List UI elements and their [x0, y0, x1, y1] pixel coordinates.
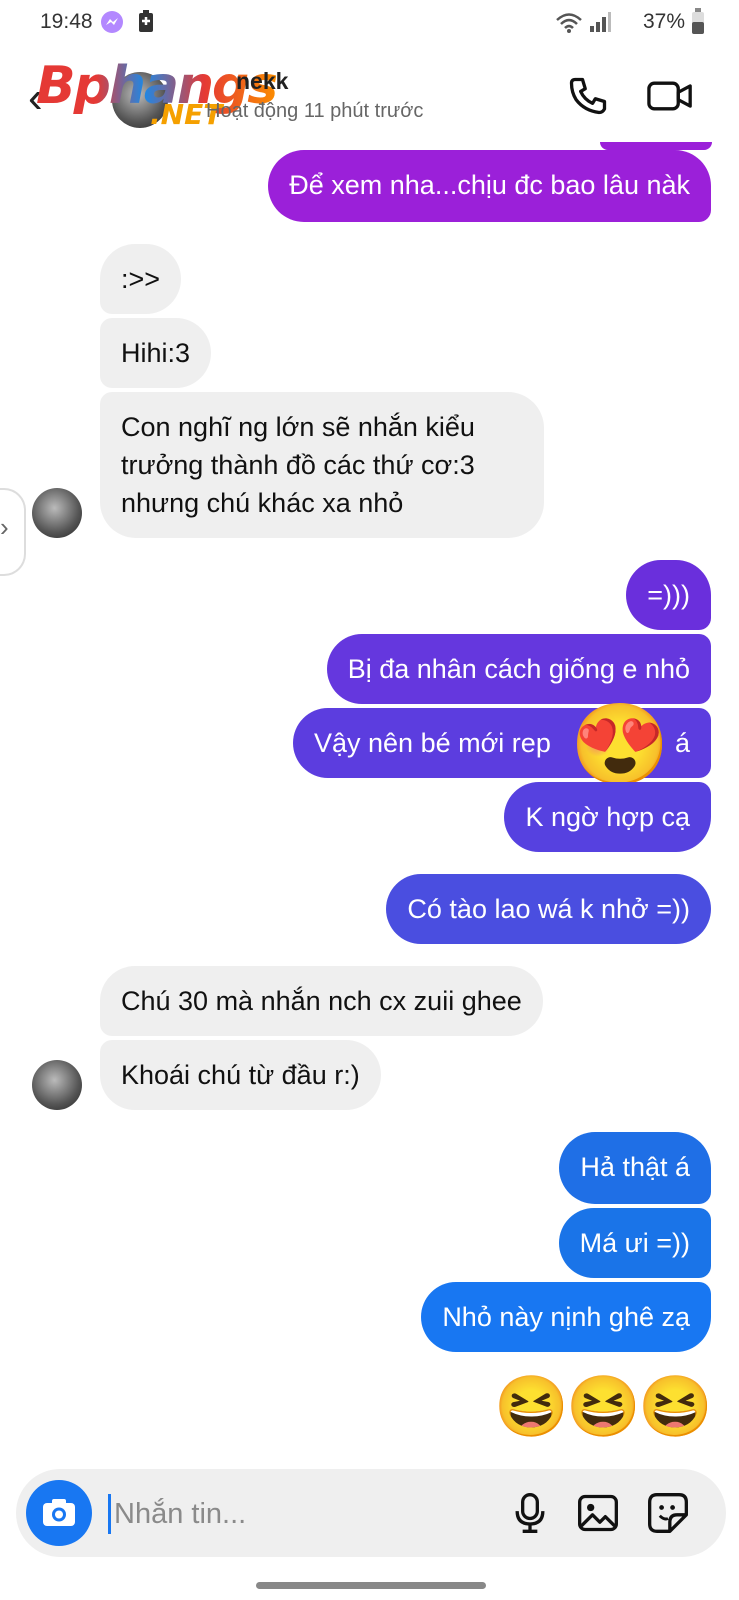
wifi-icon	[556, 13, 582, 33]
message-text: Có tào lao wá k nhở =))	[407, 894, 690, 924]
phone-icon[interactable]	[566, 74, 610, 118]
side-panel-handle[interactable]: ›	[0, 488, 26, 576]
home-indicator[interactable]	[256, 1582, 486, 1589]
message-text: Vậy nên bé mới rep	[314, 728, 551, 758]
message-text: K ngờ hợp cạ	[525, 802, 690, 832]
message-out[interactable]: K ngờ hợp cạ	[504, 782, 711, 852]
message-out[interactable]: Hả thật á	[559, 1132, 711, 1204]
chevron-right-icon: ›	[0, 512, 9, 542]
messenger-notification-icon	[101, 11, 123, 33]
message-composer	[16, 1469, 726, 1557]
message-text: Để xem nha...chịu đc bao lâu nàk	[289, 170, 690, 200]
message-text: =)))	[647, 580, 690, 610]
message-text: Hả thật á	[580, 1152, 690, 1182]
laughing-emoji[interactable]: 😆	[494, 1372, 569, 1442]
battery-icon	[692, 8, 704, 34]
image-icon[interactable]	[576, 1491, 620, 1535]
message-out[interactable]: Má ưi =))	[558, 1208, 711, 1278]
presence-status: Hoạt động 11 phút trước	[206, 100, 424, 122]
message-line: nhưng chú khác xa nhỏ	[121, 488, 404, 518]
message-input[interactable]	[112, 1491, 476, 1537]
message-in[interactable]: Khoái chú từ đầu r:)	[100, 1040, 381, 1110]
contact-name[interactable]: nekk	[236, 68, 288, 95]
message-out[interactable]: Có tào lao wá k nhở =))	[386, 874, 711, 944]
laughing-emoji[interactable]: 😆	[566, 1372, 641, 1442]
message-text: Bị đa nhân cách giống e nhỏ	[347, 654, 690, 684]
message-out[interactable]: Nhỏ này nịnh ghê zạ	[421, 1282, 711, 1352]
laughing-emoji[interactable]: 😆	[638, 1372, 713, 1442]
battery-percent: 37%	[642, 10, 685, 33]
microphone-icon[interactable]	[508, 1491, 552, 1535]
message-text: Hihi:3	[121, 338, 191, 368]
message-text: Má ưi =))	[579, 1228, 690, 1258]
chat-header: ‹ Bphangs .NET nekk Hoạt động 11 phút tr…	[0, 50, 739, 145]
message-out[interactable]: =)))	[626, 560, 711, 630]
battery-saver-icon	[139, 10, 153, 32]
sender-avatar[interactable]	[32, 488, 82, 538]
message-in[interactable]: Hihi:3	[100, 318, 212, 388]
message-text-tail: á	[674, 728, 690, 758]
status-time: 19:48	[40, 10, 93, 33]
message-out[interactable]: Để xem nha...chịu đc bao lâu nàk	[268, 150, 711, 222]
message-text: :>>	[121, 264, 161, 294]
camera-button[interactable]	[26, 1480, 92, 1546]
message-text: Chú 30 mà nhắn nch cx zuii ghee	[121, 986, 522, 1016]
message-text: Khoái chú từ đầu r:)	[121, 1060, 360, 1090]
message-line: trưởng thành đồ các thứ cơ:3	[121, 450, 475, 480]
status-bar: 19:48 37%	[0, 0, 739, 44]
previous-message-fragment	[600, 142, 712, 150]
message-in[interactable]: Con nghĩ ng lớn sẽ nhắn kiểu trưởng thàn…	[100, 392, 544, 538]
text-cursor	[108, 1494, 111, 1534]
signal-icon	[590, 12, 611, 32]
message-line: Con nghĩ ng lớn sẽ nhắn kiểu	[121, 412, 475, 442]
sender-avatar[interactable]	[32, 1060, 82, 1110]
message-in[interactable]: :>>	[100, 244, 182, 314]
video-camera-icon[interactable]	[646, 74, 694, 118]
message-in[interactable]: Chú 30 mà nhắn nch cx zuii ghee	[100, 966, 543, 1036]
sticker-icon[interactable]	[646, 1491, 690, 1535]
message-text: Nhỏ này nịnh ghê zạ	[442, 1302, 690, 1332]
camera-icon	[43, 1499, 75, 1526]
message-out[interactable]: Bị đa nhân cách giống e nhỏ	[326, 634, 711, 704]
reaction-emoji[interactable]: 😍	[570, 700, 670, 790]
